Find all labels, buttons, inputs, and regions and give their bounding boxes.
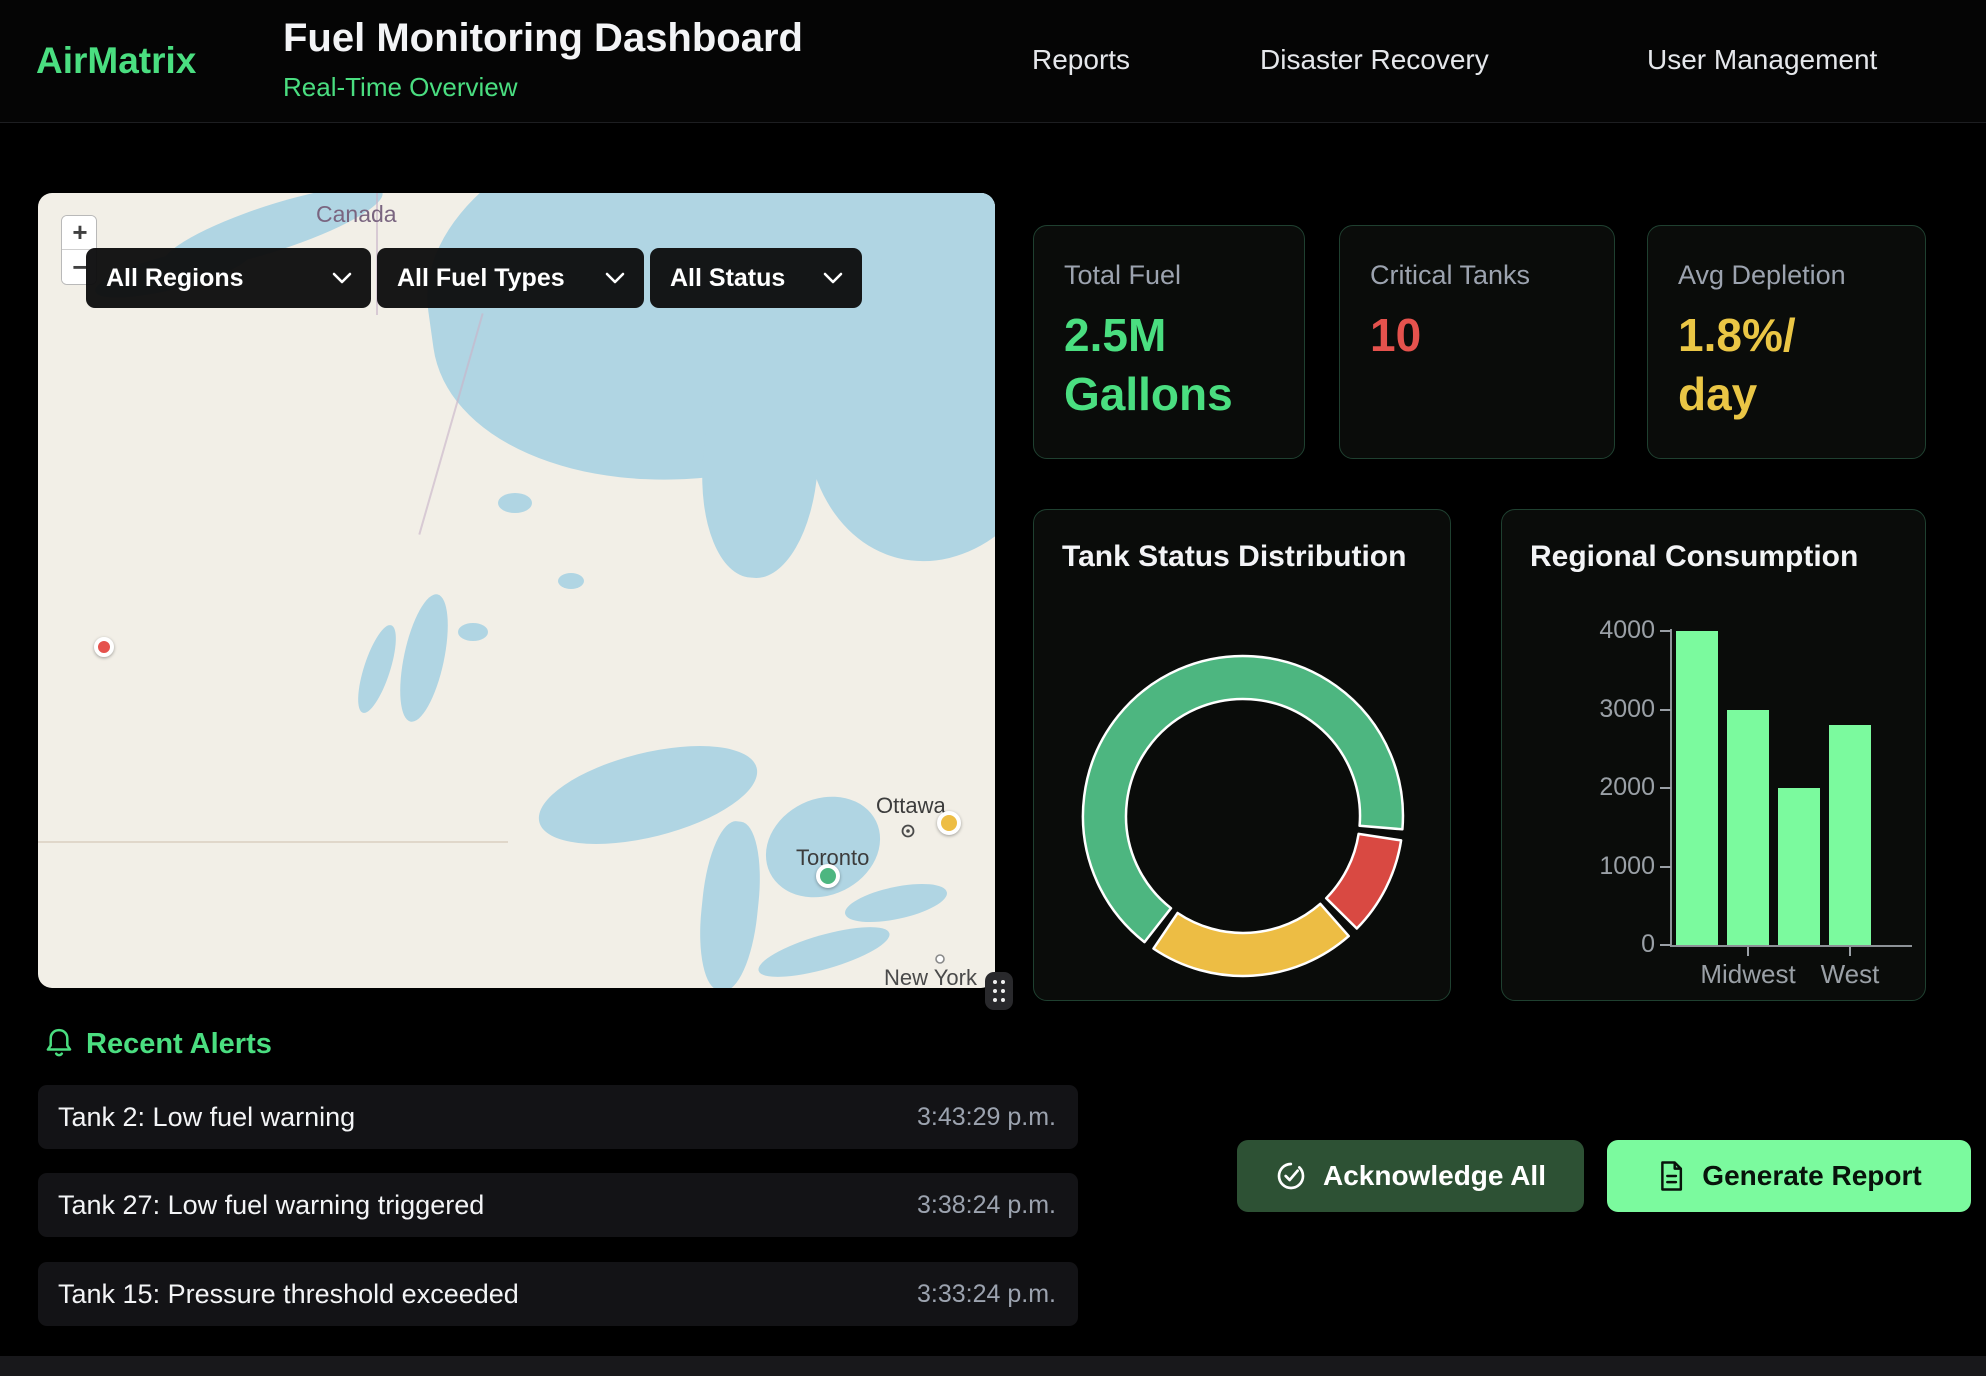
x-axis-tick-label: West (1780, 959, 1920, 990)
newyork-town-icon (934, 953, 946, 965)
page-title: Fuel Monitoring Dashboard (283, 16, 803, 61)
consumption-bar (1778, 788, 1820, 945)
alert-timestamp: 3:38:24 p.m. (917, 1191, 1056, 1220)
grip-dot (1001, 980, 1005, 984)
alert-message: Tank 27: Low fuel warning triggered (58, 1190, 484, 1221)
y-axis-tick-label: 0 (1565, 930, 1655, 959)
y-axis-tick-mark (1660, 944, 1671, 946)
lake-ontario (842, 877, 950, 930)
consumption-bar (1676, 631, 1718, 945)
tank-marker-normal[interactable] (816, 864, 840, 888)
chevron-down-icon (331, 271, 353, 285)
nav-user-management[interactable]: User Management (1647, 44, 1877, 76)
status-filter-value: All Status (670, 264, 785, 293)
alert-row[interactable]: Tank 2: Low fuel warning 3:43:29 p.m. (38, 1085, 1078, 1149)
app-header: AirMatrix Fuel Monitoring Dashboard Real… (0, 0, 1986, 123)
y-axis-tick-label: 1000 (1565, 852, 1655, 881)
us-border (38, 841, 508, 843)
ottawa-town-icon (900, 823, 916, 839)
regional-consumption-card: Regional Consumption 01000200030004000Mi… (1501, 509, 1926, 1001)
grip-dot (1001, 989, 1005, 993)
zoom-in-button[interactable]: + (62, 216, 97, 250)
x-axis-tick-mark (1747, 947, 1749, 956)
status-filter-select[interactable]: All Status (650, 248, 862, 308)
y-axis-tick-mark (1660, 630, 1671, 632)
x-axis-line (1670, 945, 1912, 947)
generate-report-label: Generate Report (1702, 1160, 1921, 1192)
kpi-value-avg-depletion: 1.8%/ day (1678, 306, 1796, 424)
bottom-edge-strip (0, 1356, 1986, 1376)
kpi-value-total-fuel: 2.5M Gallons (1064, 306, 1233, 424)
lake-winnipegosis (350, 621, 403, 717)
consumption-bar (1727, 710, 1769, 946)
tank-status-donut-chart (1034, 510, 1452, 1002)
fuel-map[interactable]: Canada Ottawa Toronto New York + − All R… (38, 193, 995, 988)
chevron-down-icon (822, 271, 844, 285)
map-filter-row: All Regions All Fuel Types All Status (86, 248, 862, 308)
y-axis-tick-mark (1660, 866, 1671, 868)
lake-winnipeg (391, 590, 457, 725)
grip-dot (1001, 998, 1005, 1002)
small-lake-2 (558, 573, 584, 589)
check-circle-icon (1275, 1160, 1307, 1192)
nav-reports[interactable]: Reports (1032, 44, 1130, 76)
donut-segment-critical (1326, 834, 1401, 929)
consumption-bar (1829, 725, 1871, 945)
tank-status-distribution-card: Tank Status Distribution (1033, 509, 1451, 1001)
bell-icon (42, 1026, 76, 1062)
recent-alerts-title: Recent Alerts (86, 1028, 272, 1061)
y-axis-tick-label: 3000 (1565, 695, 1655, 724)
y-axis-tick-mark (1660, 787, 1671, 789)
map-corner-water (888, 193, 995, 363)
region-filter-value: All Regions (106, 264, 244, 293)
map-label-ottawa: Ottawa (876, 793, 946, 819)
small-lake-1 (498, 493, 532, 513)
chevron-down-icon (604, 271, 626, 285)
kpi-value-critical-tanks: 10 (1370, 306, 1421, 365)
kpi-label: Critical Tanks (1370, 260, 1530, 291)
alert-timestamp: 3:43:29 p.m. (917, 1103, 1056, 1132)
tank-marker-warning[interactable] (937, 811, 961, 835)
small-lake-3 (458, 623, 488, 641)
map-label-new-york: New York (884, 965, 977, 988)
region-filter-select[interactable]: All Regions (86, 248, 371, 308)
kpi-card-critical-tanks: Critical Tanks 10 (1339, 225, 1615, 459)
grip-dot (993, 989, 997, 993)
alert-row[interactable]: Tank 27: Low fuel warning triggered 3:38… (38, 1173, 1078, 1237)
document-icon (1656, 1160, 1686, 1192)
y-axis-tick-mark (1660, 709, 1671, 711)
fuel-type-filter-select[interactable]: All Fuel Types (377, 248, 644, 308)
brand-logo: AirMatrix (36, 40, 196, 82)
donut-segment-warning (1154, 904, 1349, 976)
kpi-card-avg-depletion: Avg Depletion 1.8%/ day (1647, 225, 1926, 459)
fuel-type-filter-value: All Fuel Types (397, 264, 565, 293)
grip-dot (993, 998, 997, 1002)
x-axis-tick-mark (1849, 947, 1851, 956)
page-subtitle: Real-Time Overview (283, 72, 518, 103)
kpi-card-total-fuel: Total Fuel 2.5M Gallons (1033, 225, 1305, 459)
kpi-label: Avg Depletion (1678, 260, 1846, 291)
lake-erie (754, 917, 894, 987)
tank-marker-critical[interactable] (94, 637, 114, 657)
alert-message: Tank 2: Low fuel warning (58, 1102, 355, 1133)
y-axis-tick-label: 4000 (1565, 616, 1655, 645)
lake-michigan (693, 819, 766, 988)
alert-row[interactable]: Tank 15: Pressure threshold exceeded 3:3… (38, 1262, 1078, 1326)
regional-consumption-bar-chart: 01000200030004000MidwestWest (1502, 510, 1927, 1002)
generate-report-button[interactable]: Generate Report (1607, 1140, 1971, 1212)
alert-message: Tank 15: Pressure threshold exceeded (58, 1279, 519, 1310)
acknowledge-all-label: Acknowledge All (1323, 1160, 1546, 1192)
acknowledge-all-button[interactable]: Acknowledge All (1237, 1140, 1584, 1212)
y-axis-tick-label: 2000 (1565, 773, 1655, 802)
nav-disaster-recovery[interactable]: Disaster Recovery (1260, 44, 1489, 76)
kpi-label: Total Fuel (1064, 260, 1181, 291)
alert-timestamp: 3:33:24 p.m. (917, 1280, 1056, 1309)
grip-dot (993, 980, 997, 984)
resize-grip-handle[interactable] (985, 972, 1013, 1010)
map-label-canada: Canada (316, 201, 397, 228)
